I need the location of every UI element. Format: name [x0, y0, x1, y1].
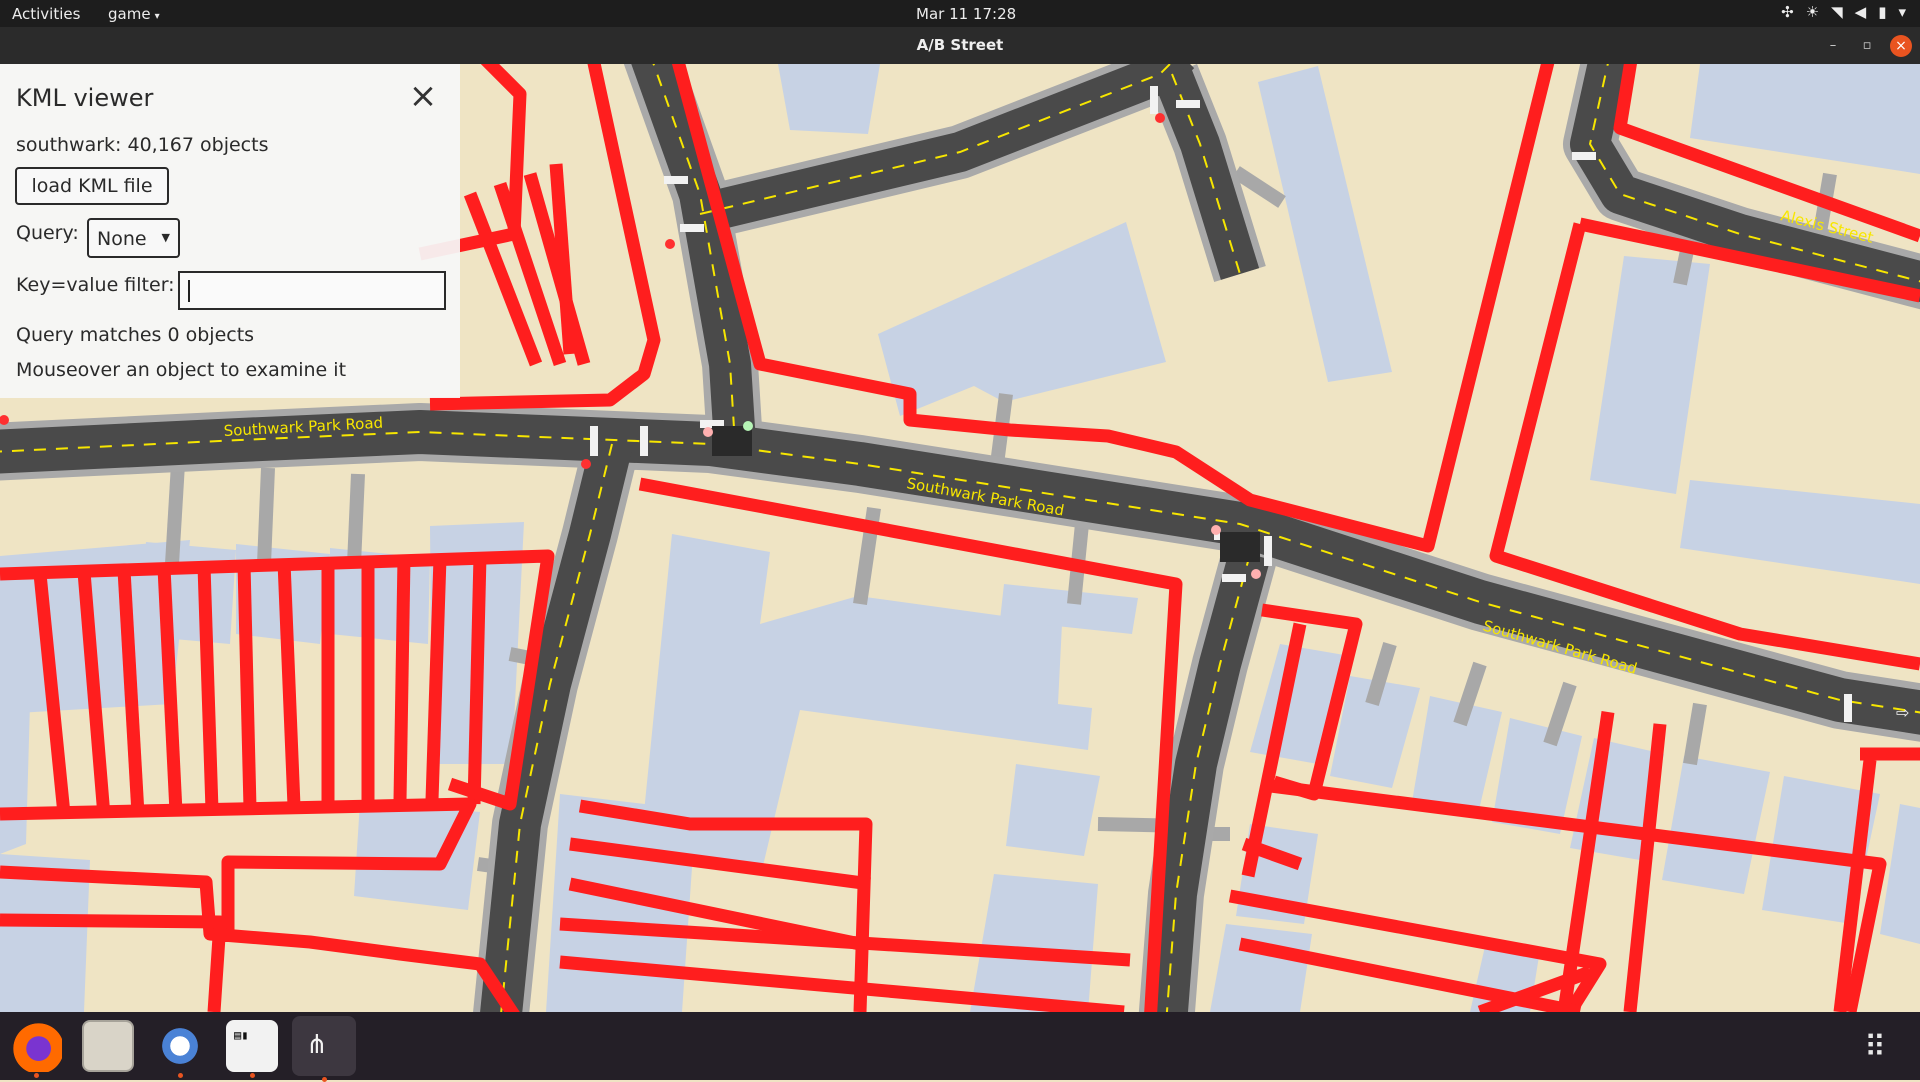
exit-arrow-icon: ⇨ — [1896, 703, 1909, 722]
files-icon[interactable] — [82, 1020, 134, 1072]
system-tray[interactable]: ✣ ☀ ◥ ◀ ▮ ▾ — [1781, 3, 1906, 21]
abstreet-glyph: ⋔ — [306, 1030, 328, 1060]
chevron-down-icon: ▼ — [161, 231, 170, 244]
activities-button[interactable]: Activities — [12, 5, 80, 23]
close-icon[interactable]: × — [1890, 35, 1912, 57]
key-value-filter-input[interactable] — [178, 271, 446, 310]
mouseover-hint: Mouseover an object to examine it — [16, 359, 347, 381]
brightness-icon[interactable]: ☀ — [1806, 3, 1819, 21]
app-menu[interactable]: game ▾ — [108, 5, 160, 23]
panel-title: KML viewer — [16, 84, 154, 112]
wifi-icon[interactable]: ◥ — [1831, 3, 1843, 21]
app-menu-label: game — [108, 5, 151, 23]
show-applications-icon[interactable]: ⠿ — [1864, 1033, 1894, 1063]
terminal-glyph: ▤▮ — [234, 1028, 249, 1042]
dropbox-icon[interactable]: ✣ — [1781, 3, 1794, 21]
filter-label: Key=value filter: — [16, 274, 175, 296]
firefox-icon[interactable] — [10, 1020, 62, 1078]
chromium-icon[interactable] — [154, 1020, 206, 1078]
running-indicator — [250, 1073, 255, 1078]
object-count: southwark: 40,167 objects — [16, 134, 269, 156]
dock: ▤▮ ⋔ ⠿ — [0, 1012, 1920, 1082]
running-indicator — [34, 1073, 39, 1078]
abstreet-icon[interactable]: ⋔ — [292, 1016, 356, 1082]
terminal-icon[interactable]: ▤▮ — [226, 1020, 278, 1078]
query-label: Query: — [16, 222, 79, 244]
window-title: A/B Street — [916, 36, 1004, 54]
minimize-icon[interactable]: – — [1822, 35, 1844, 57]
kml-viewer-panel: KML viewer × southwark: 40,167 objects l… — [0, 64, 460, 398]
query-select-value: None — [97, 228, 147, 250]
maximize-icon[interactable]: ▫ — [1856, 35, 1878, 57]
running-indicator — [178, 1073, 183, 1078]
chevron-down-icon: ▾ — [154, 11, 160, 22]
battery-icon[interactable]: ▮ — [1878, 3, 1886, 21]
query-select[interactable]: None ▼ — [87, 218, 180, 258]
clock[interactable]: Mar 11 17:28 — [916, 5, 1016, 23]
volume-icon[interactable]: ◀ — [1855, 3, 1867, 21]
system-menu-icon[interactable]: ▾ — [1898, 3, 1906, 21]
load-kml-button[interactable]: load KML file — [15, 167, 169, 205]
window-titlebar: A/B Street – ▫ × — [0, 27, 1920, 64]
text-caret — [188, 280, 190, 302]
top-bar: Activities game ▾ Mar 11 17:28 ✣ ☀ ◥ ◀ ▮ … — [0, 0, 1920, 27]
query-matches: Query matches 0 objects — [16, 324, 255, 346]
close-icon[interactable]: × — [408, 79, 438, 113]
